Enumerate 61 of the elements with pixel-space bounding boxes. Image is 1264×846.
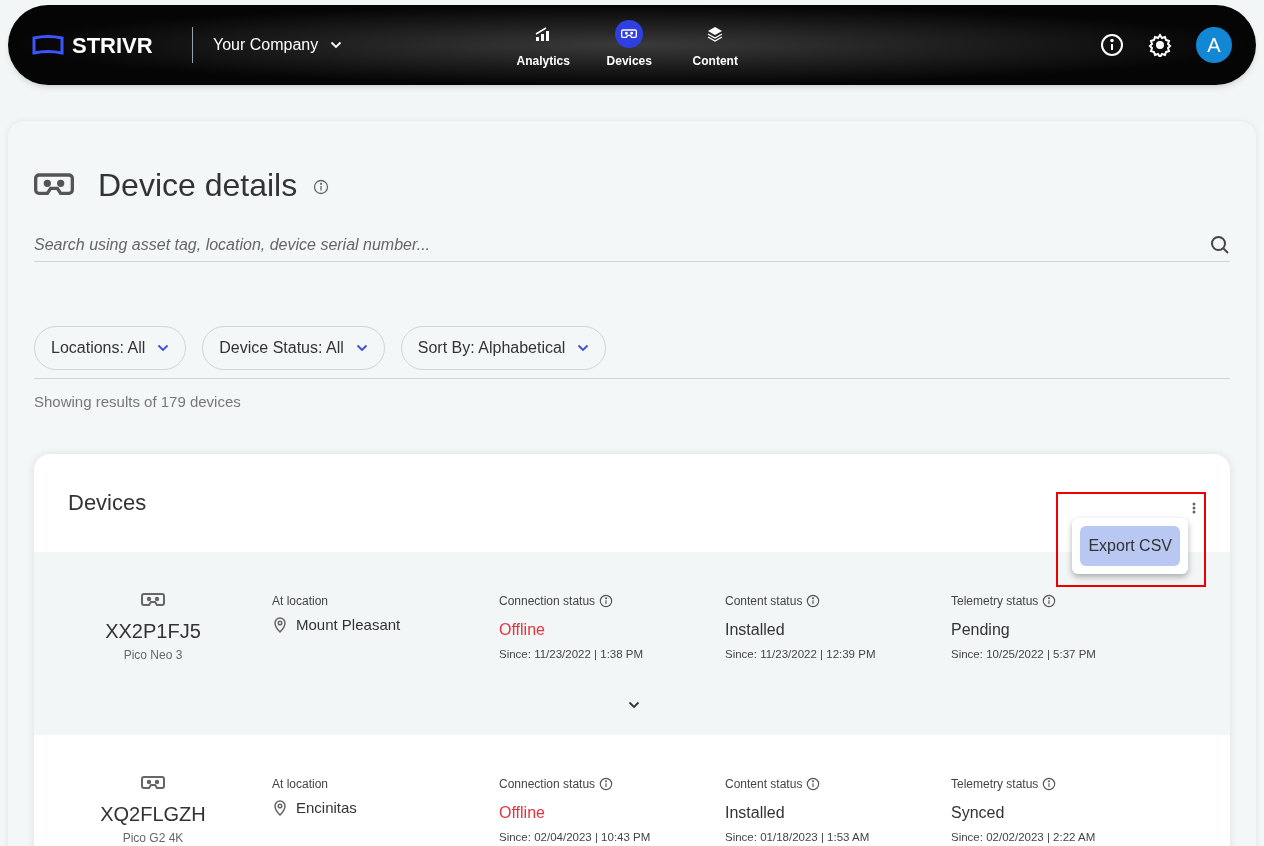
bar-chart-icon <box>535 26 552 42</box>
page-title: Device details <box>98 166 298 205</box>
device-serial: XX2P1FJ5 <box>105 618 201 644</box>
field-label: Telemetry status <box>951 592 1039 610</box>
search-icon <box>1210 235 1230 255</box>
status-value: Pending <box>951 619 1011 640</box>
device-model: Pico G2 4K <box>122 829 184 846</box>
info-icon[interactable] <box>1100 33 1124 57</box>
location-name: Mount Pleasant <box>296 614 401 635</box>
chevron-down-icon <box>355 344 368 352</box>
brand-name: STRIVR <box>72 31 153 60</box>
logo-icon <box>32 35 64 55</box>
section-title: Devices <box>68 489 147 517</box>
export-csv-menu-item[interactable]: Export CSV <box>1080 525 1180 566</box>
field-label: At location <box>272 592 330 610</box>
status-since: Since: 10/25/2022 | 5:37 PM <box>951 646 1097 662</box>
nav-tab[interactable]: Devices <box>598 20 661 70</box>
field-label: Connection status <box>499 775 596 793</box>
headset-icon <box>141 591 165 608</box>
status-value: Installed <box>725 802 786 823</box>
company-dropdown[interactable]: Your Company <box>213 33 343 57</box>
chevron-down-icon <box>157 344 170 352</box>
status-since: Since: 01/18/2023 | 1:53 AM <box>725 829 871 845</box>
status-since: Since: 02/04/2023 | 10:43 PM <box>499 829 652 845</box>
chevron-down-icon <box>577 344 590 352</box>
status-since: Since: 02/02/2023 | 2:22 AM <box>951 829 1097 845</box>
device-serial: XQ2FLGZH <box>100 801 206 827</box>
status-value: Offline <box>499 619 546 640</box>
headset-icon <box>141 774 165 791</box>
location-pin-icon <box>272 616 288 633</box>
device-model: Pico Neo 3 <box>123 646 183 664</box>
field-label: At location <box>272 775 330 793</box>
status-value: Installed <box>725 619 786 640</box>
location-name: Encinitas <box>296 797 357 818</box>
settings-icon[interactable] <box>1148 33 1172 57</box>
nav-tab[interactable]: Analytics <box>512 20 575 70</box>
info-icon <box>313 179 330 195</box>
info-icon <box>599 776 614 791</box>
info-icon <box>1042 776 1057 791</box>
nav-tab[interactable]: Content <box>684 20 747 70</box>
status-value: Synced <box>951 802 1006 823</box>
status-since: Since: 11/23/2022 | 12:39 PM <box>725 646 877 662</box>
chevron-down-icon <box>330 41 343 49</box>
search-field[interactable]: Search using asset tag, location, device serial number... <box>34 233 1210 257</box>
chevron-down-icon <box>628 700 640 709</box>
info-icon <box>1042 593 1057 608</box>
info-icon <box>806 593 821 608</box>
location-pin-icon <box>272 799 288 816</box>
field-label: Content status <box>725 592 803 610</box>
status-since: Since: 11/23/2022 | 1:38 PM <box>499 646 645 662</box>
info-icon <box>806 776 821 791</box>
headset-icon <box>621 28 638 40</box>
status-value: Offline <box>499 802 546 823</box>
field-label: Telemetry status <box>951 775 1039 793</box>
more-options-icon[interactable] <box>1192 501 1196 514</box>
results-count: Showing results of 179 devices <box>34 392 242 412</box>
info-icon <box>599 593 614 608</box>
user-avatar[interactable]: A <box>1196 27 1232 63</box>
field-label: Connection status <box>499 592 596 610</box>
layers-icon <box>707 26 724 42</box>
field-label: Content status <box>725 775 803 793</box>
